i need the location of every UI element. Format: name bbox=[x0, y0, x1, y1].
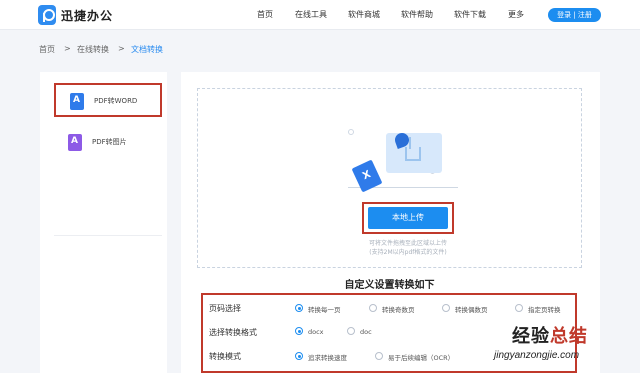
local-upload-button[interactable]: 本地上传 bbox=[368, 207, 448, 229]
radio-selected-icon bbox=[295, 327, 303, 335]
radio-icon bbox=[375, 352, 383, 360]
radio-convert-even-pages[interactable]: 转换偶数页 bbox=[442, 304, 488, 314]
radio-icon bbox=[347, 327, 355, 335]
sidebar-divider bbox=[54, 235, 162, 236]
breadcrumb-current: 文档转换 bbox=[131, 45, 163, 54]
login-register-button[interactable]: 登录 | 注册 bbox=[548, 8, 601, 22]
pdf-icon bbox=[70, 93, 84, 110]
file-drop-zone[interactable]: X 本地上传 可将文件拖拽至此区域以上传 (支持2M以内pdf格式的文件) bbox=[197, 88, 582, 268]
radio-icon bbox=[369, 304, 377, 312]
radio-selected-icon bbox=[295, 352, 303, 360]
radio-mode-speed[interactable]: 追求转换速度 bbox=[295, 352, 347, 362]
nav-software-download[interactable]: 软件下载 bbox=[454, 9, 486, 20]
decor-dot bbox=[348, 129, 354, 135]
radio-convert-every-page[interactable]: 转换每一页 bbox=[295, 304, 341, 314]
watermark-url: jingyanzongjie.com bbox=[494, 350, 580, 361]
upload-tray-icon bbox=[405, 147, 421, 161]
drop-hint-text: 可将文件拖拽至此区域以上传 bbox=[368, 240, 447, 247]
radio-convert-specified-pages[interactable]: 指定页转换 bbox=[515, 304, 561, 314]
radio-convert-odd-pages[interactable]: 转换奇数页 bbox=[369, 304, 415, 314]
breadcrumb-online-convert[interactable]: 在线转换 bbox=[77, 44, 109, 55]
conversion-mode-label: 转换模式 bbox=[209, 352, 241, 361]
file-limit-text: (支持2M以内pdf格式的文件) bbox=[369, 249, 447, 256]
sidebar: PDF转WORD PDF转图片 bbox=[40, 72, 167, 373]
breadcrumb-home[interactable]: 首页 bbox=[39, 44, 55, 55]
top-header: 迅捷办公 首页 在线工具 软件商城 软件帮助 软件下载 更多 登录 | 注册 bbox=[0, 0, 640, 30]
pdf-icon bbox=[68, 134, 82, 151]
page-selection-label: 页码选择 bbox=[209, 304, 241, 313]
nav-home[interactable]: 首页 bbox=[257, 9, 273, 20]
nav-more[interactable]: 更多 bbox=[508, 9, 524, 20]
sidebar-item-pdf-to-word[interactable]: PDF转WORD bbox=[54, 83, 162, 117]
radio-mode-ocr[interactable]: 易于后续编辑（OCR） bbox=[375, 352, 454, 362]
sidebar-item-label: PDF转WORD bbox=[94, 97, 138, 105]
sidebar-item-pdf-to-image[interactable]: PDF转图片 bbox=[54, 126, 162, 160]
nav-software-store[interactable]: 软件商城 bbox=[348, 9, 380, 20]
radio-icon bbox=[442, 304, 450, 312]
breadcrumb-separator: > bbox=[64, 44, 71, 53]
sidebar-item-label: PDF转图片 bbox=[92, 138, 127, 146]
breadcrumb-separator: > bbox=[118, 44, 125, 53]
radio-selected-icon bbox=[295, 304, 303, 312]
format-selection-label: 选择转换格式 bbox=[209, 328, 257, 337]
upload-highlight: 本地上传 bbox=[362, 202, 454, 234]
radio-format-docx[interactable]: docx bbox=[295, 327, 324, 336]
radio-icon bbox=[515, 304, 523, 312]
nav-online-tools[interactable]: 在线工具 bbox=[295, 9, 327, 20]
brand-name[interactable]: 迅捷办公 bbox=[61, 7, 113, 24]
nav-software-help[interactable]: 软件帮助 bbox=[401, 9, 433, 20]
settings-title: 自定义设置转换如下 bbox=[344, 280, 435, 291]
app-logo-icon[interactable] bbox=[38, 5, 56, 25]
watermark-title: 经验总结 bbox=[512, 326, 588, 347]
radio-format-doc[interactable]: doc bbox=[347, 327, 372, 336]
